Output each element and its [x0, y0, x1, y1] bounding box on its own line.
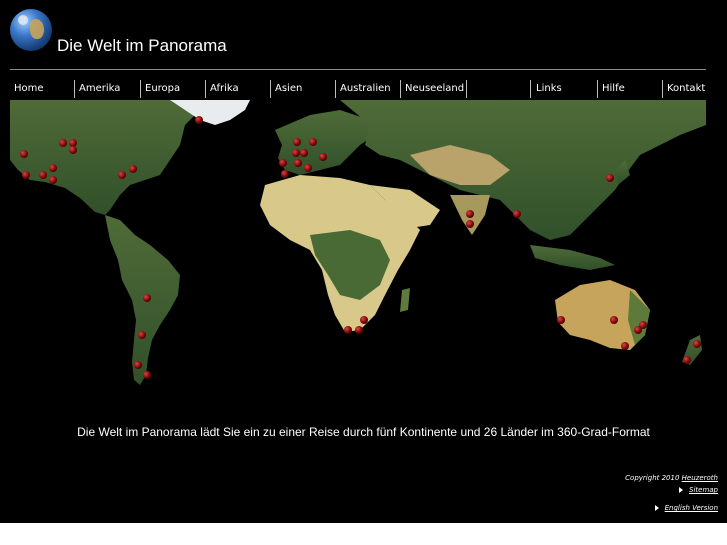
location-marker[interactable]: [360, 316, 368, 324]
location-marker[interactable]: [292, 149, 300, 157]
sitemap-link[interactable]: Sitemap: [689, 486, 718, 494]
sitemap-line: Sitemap: [625, 484, 718, 496]
globe-land: [30, 19, 44, 39]
continent-south-america: [105, 215, 180, 385]
nav-kontakt[interactable]: Kontakt: [663, 80, 705, 98]
header-divider: [10, 69, 706, 70]
continent-north-america: [10, 100, 200, 215]
location-marker[interactable]: [513, 210, 521, 218]
location-marker[interactable]: [466, 220, 474, 228]
nav-europa[interactable]: Europa: [141, 80, 180, 98]
location-marker[interactable]: [129, 165, 137, 173]
location-marker[interactable]: [606, 174, 614, 182]
nav-amerika[interactable]: Amerika: [75, 80, 120, 98]
location-marker[interactable]: [138, 331, 146, 339]
location-marker[interactable]: [39, 171, 47, 179]
nav-links[interactable]: Links: [532, 80, 562, 98]
location-marker[interactable]: [69, 146, 77, 154]
page-bottom-strip: [0, 523, 727, 545]
nav-hilfe[interactable]: Hilfe: [598, 80, 625, 98]
nav-separator: [530, 80, 531, 98]
location-marker[interactable]: [610, 316, 618, 324]
location-marker[interactable]: [281, 170, 289, 178]
location-marker[interactable]: [304, 164, 312, 172]
nav-neuseeland[interactable]: Neuseeland: [401, 80, 464, 98]
nav-separator: [466, 80, 467, 98]
copyright-line: Copyright 2010 Heuzeroth: [625, 472, 718, 484]
site-title: Die Welt im Panorama: [57, 36, 227, 55]
english-version-link[interactable]: English Version: [665, 504, 718, 512]
location-marker[interactable]: [143, 371, 151, 379]
location-marker[interactable]: [49, 164, 57, 172]
region-indonesia: [530, 245, 615, 270]
location-marker[interactable]: [309, 138, 317, 146]
location-marker[interactable]: [134, 361, 142, 369]
continent-europe: [275, 110, 375, 175]
copyright-text: Copyright 2010: [625, 474, 680, 482]
location-marker[interactable]: [69, 139, 77, 147]
globe-cloud: [18, 15, 28, 25]
nav-afrika[interactable]: Afrika: [206, 80, 239, 98]
arrow-right-icon: [654, 505, 659, 511]
footer: Copyright 2010 Heuzeroth Sitemap English…: [625, 472, 718, 514]
location-marker[interactable]: [20, 150, 28, 158]
english-line: English Version: [625, 502, 718, 514]
location-marker[interactable]: [557, 316, 565, 324]
location-marker[interactable]: [621, 342, 629, 350]
location-marker[interactable]: [634, 326, 642, 334]
main-nav: Home Amerika Europa Afrika Asien Austral…: [10, 80, 706, 98]
location-marker[interactable]: [279, 159, 287, 167]
location-marker[interactable]: [22, 171, 30, 179]
location-marker[interactable]: [319, 153, 327, 161]
location-marker[interactable]: [143, 294, 151, 302]
intro-caption: Die Welt im Panorama lädt Sie ein zu ein…: [77, 425, 650, 439]
location-marker[interactable]: [59, 139, 67, 147]
location-marker[interactable]: [466, 210, 474, 218]
region-madagascar: [400, 288, 410, 312]
nav-asien[interactable]: Asien: [271, 80, 302, 98]
location-marker[interactable]: [355, 326, 363, 334]
location-marker[interactable]: [683, 356, 691, 364]
location-marker[interactable]: [693, 340, 701, 348]
world-map[interactable]: [10, 100, 706, 395]
location-marker[interactable]: [118, 171, 126, 179]
location-marker[interactable]: [344, 326, 352, 334]
nav-home[interactable]: Home: [10, 80, 44, 98]
location-marker[interactable]: [49, 176, 57, 184]
location-marker[interactable]: [195, 116, 203, 124]
location-marker[interactable]: [300, 149, 308, 157]
location-marker[interactable]: [294, 159, 302, 167]
globe-icon[interactable]: [10, 9, 52, 51]
nav-australien[interactable]: Australien: [336, 80, 391, 98]
arrow-right-icon: [679, 487, 683, 493]
copyright-author-link[interactable]: Heuzeroth: [682, 474, 718, 482]
location-marker[interactable]: [293, 138, 301, 146]
